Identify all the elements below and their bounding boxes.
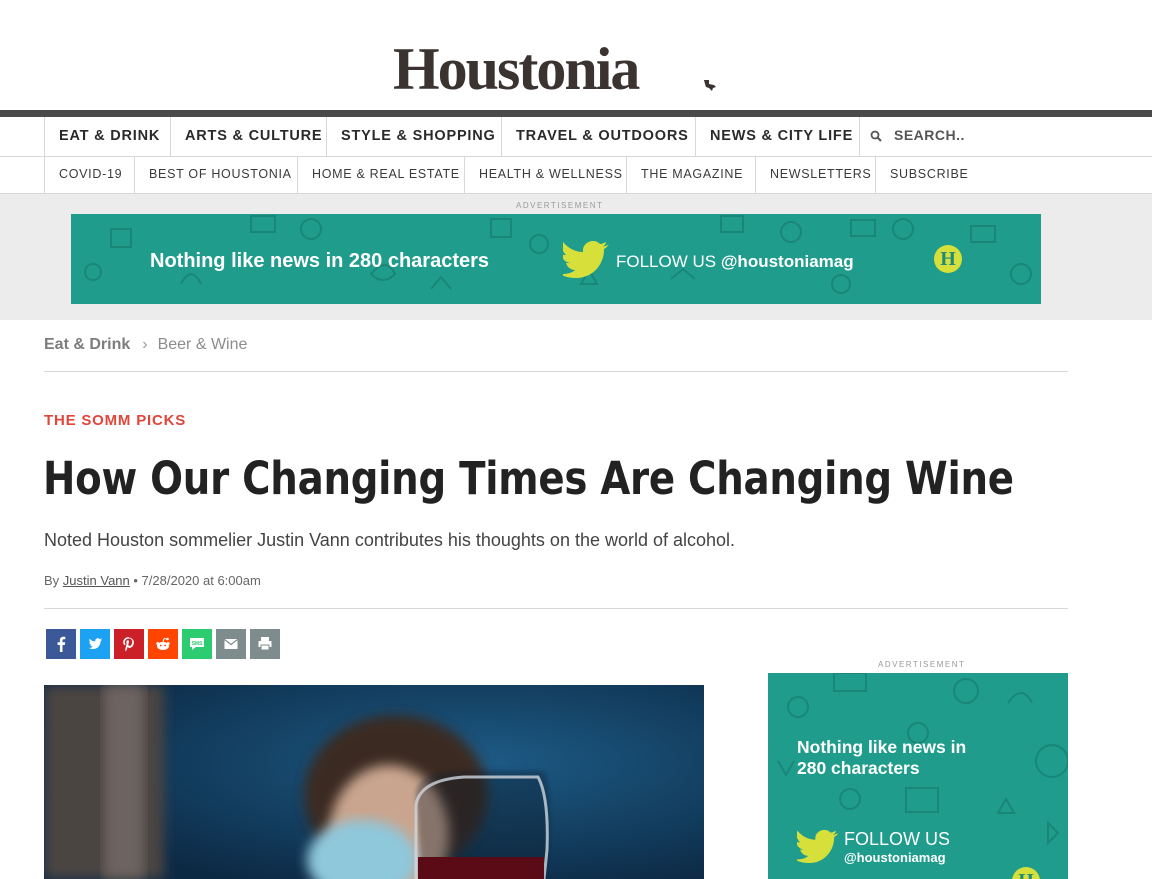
site-logo[interactable]: Houstonia xyxy=(393,38,640,100)
twitter-bird-icon xyxy=(563,241,609,278)
nav-item-health-wellness[interactable]: HEALTH & WELLNESS xyxy=(464,157,626,193)
ad-handle: @houstoniamag xyxy=(844,850,946,865)
article-headline: How Our Changing Times Are Changing Wine xyxy=(43,452,1014,505)
ad-follow-text: FOLLOW US xyxy=(844,829,951,849)
leaderboard-ad[interactable]: Nothing like news in 280 characters FOLL… xyxy=(71,214,1041,304)
nav-item-home-real-estate[interactable]: HOME & REAL ESTATE xyxy=(297,157,464,193)
nav-item-subscribe[interactable]: SUBSCRIBE xyxy=(875,157,985,193)
ad-band: ADVERTISEMENT Nothing like news in 280 c… xyxy=(0,194,1152,320)
secondary-nav: COVID-19 BEST OF HOUSTONIA HOME & REAL E… xyxy=(0,157,1152,194)
breadcrumb: Eat & Drink › Beer & Wine xyxy=(44,336,1068,372)
publish-date: • 7/28/2020 at 6:00am xyxy=(133,573,261,588)
nav-item-style-shopping[interactable]: STYLE & SHOPPING xyxy=(326,117,501,156)
masthead: Houstonia xyxy=(0,0,1152,110)
search-label: SEARCH.. xyxy=(894,127,965,143)
email-icon xyxy=(224,639,238,649)
print-button[interactable] xyxy=(250,629,280,659)
houstonia-badge-icon: H xyxy=(934,245,962,273)
article-hero-image xyxy=(44,685,704,879)
nav-item-news-city-life[interactable]: NEWS & CITY LIFE xyxy=(695,117,859,156)
article-dek: Noted Houston sommelier Justin Vann cont… xyxy=(44,530,736,550)
search-box[interactable]: SEARCH.. xyxy=(859,117,1059,156)
sidebar-ad[interactable]: Nothing like news in 280 characters FOLL… xyxy=(768,673,1068,879)
chevron-right-icon: › xyxy=(142,336,148,353)
email-share-button[interactable] xyxy=(216,629,246,659)
author-link[interactable]: Justin Vann xyxy=(63,573,130,588)
printer-icon xyxy=(258,637,272,651)
sms-share-button[interactable]: SMS xyxy=(182,629,212,659)
reddit-icon xyxy=(156,637,170,650)
search-icon xyxy=(870,130,882,143)
nav-item-newsletters[interactable]: NEWSLETTERS xyxy=(755,157,875,193)
ad-headline: Nothing like news in 280 characters xyxy=(797,737,967,778)
twitter-icon xyxy=(88,638,102,650)
nav-item-arts-culture[interactable]: ARTS & CULTURE xyxy=(170,117,326,156)
ad-headline: Nothing like news in 280 characters xyxy=(150,250,490,272)
nav-item-covid[interactable]: COVID-19 xyxy=(44,157,134,193)
nav-item-the-magazine[interactable]: THE MAGAZINE xyxy=(626,157,755,193)
facebook-icon xyxy=(57,636,66,652)
nav-item-eat-drink[interactable]: EAT & DRINK xyxy=(44,117,170,156)
svg-text:SMS: SMS xyxy=(192,641,204,647)
ad-follow-text: FOLLOW US @houstoniamag xyxy=(616,252,854,271)
byline: By Justin Vann • 7/28/2020 at 6:00am xyxy=(44,573,261,588)
ad-label: ADVERTISEMENT xyxy=(878,660,966,669)
reddit-share-button[interactable] xyxy=(148,629,178,659)
twitter-share-button[interactable] xyxy=(80,629,110,659)
ad-label: ADVERTISEMENT xyxy=(516,201,604,210)
pinterest-share-button[interactable] xyxy=(114,629,144,659)
article-kicker[interactable]: THE SOMM PICKS xyxy=(44,412,186,429)
nav-item-best-of-houstonia[interactable]: BEST OF HOUSTONIA xyxy=(134,157,297,193)
sms-icon: SMS xyxy=(190,638,204,650)
texas-icon xyxy=(704,80,716,91)
nav-item-travel-outdoors[interactable]: TRAVEL & OUTDOORS xyxy=(501,117,695,156)
pinterest-icon xyxy=(123,637,134,652)
twitter-bird-icon xyxy=(797,829,839,863)
wine-photo xyxy=(44,685,704,879)
byline-prefix: By xyxy=(44,573,60,588)
breadcrumb-section[interactable]: Eat & Drink xyxy=(44,336,130,353)
breadcrumb-subsection[interactable]: Beer & Wine xyxy=(158,336,248,353)
facebook-share-button[interactable] xyxy=(46,629,76,659)
nav-divider xyxy=(0,110,1152,117)
primary-nav: EAT & DRINK ARTS & CULTURE STYLE & SHOPP… xyxy=(0,117,1152,157)
divider xyxy=(44,608,1068,609)
